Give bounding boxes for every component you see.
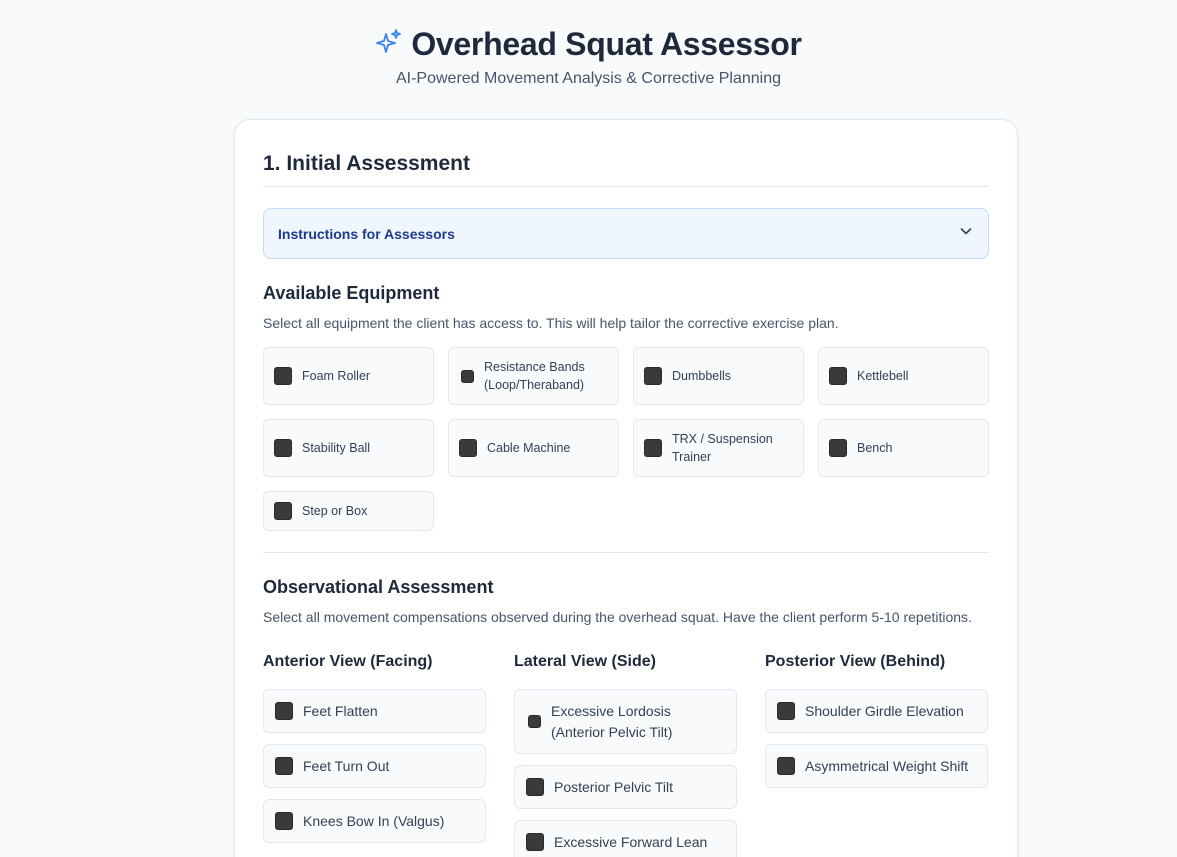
checkbox[interactable] bbox=[274, 439, 292, 457]
equipment-label: Kettlebell bbox=[857, 369, 909, 383]
checkbox[interactable] bbox=[526, 833, 544, 851]
equipment-option-stability-ball[interactable]: Stability Ball bbox=[263, 419, 434, 477]
equipment-grid: Foam Roller Resistance Bands (Loop/Thera… bbox=[263, 347, 989, 531]
page-subtitle: AI-Powered Movement Analysis & Correctiv… bbox=[395, 70, 782, 87]
observational-section: Observational Assessment Select all move… bbox=[263, 577, 989, 625]
checkbox[interactable] bbox=[461, 369, 474, 383]
equipment-label: Cable Machine bbox=[487, 441, 571, 455]
checkbox[interactable] bbox=[644, 439, 662, 457]
equipment-title: Available Equipment bbox=[263, 283, 440, 303]
compensation-label: Excessive Lordosis (Anterior Pelvic Tilt… bbox=[551, 702, 673, 740]
equipment-option-dumbbells[interactable]: Dumbbells bbox=[633, 347, 804, 405]
equipment-option-kettlebell[interactable]: Kettlebell bbox=[818, 347, 989, 405]
page-title: Overhead Squat Assessor bbox=[411, 25, 802, 62]
equipment-label: Resistance Bands (Loop/Theraband) bbox=[484, 360, 585, 392]
app-header: Overhead Squat Assessor AI-Powered Movem… bbox=[0, 0, 1177, 88]
checkbox[interactable] bbox=[829, 367, 847, 385]
views-grid: Anterior View (Facing) Feet Flatten Feet… bbox=[263, 653, 989, 857]
compensation-label: Shoulder Girdle Elevation bbox=[805, 702, 964, 719]
equipment-help: Select all equipment the client has acce… bbox=[263, 315, 839, 331]
anterior-view-title: Anterior View (Facing) bbox=[263, 653, 433, 670]
posterior-view-column: Posterior View (Behind) Shoulder Girdle … bbox=[765, 653, 988, 857]
compensation-label: Asymmetrical Weight Shift bbox=[805, 757, 969, 774]
posterior-view-title: Posterior View (Behind) bbox=[765, 653, 946, 670]
compensation-option-knees-bow-in[interactable]: Knees Bow In (Valgus) bbox=[263, 799, 486, 843]
equipment-label: Bench bbox=[857, 441, 893, 455]
checkbox[interactable] bbox=[644, 367, 662, 385]
compensation-label: Posterior Pelvic Tilt bbox=[554, 778, 674, 795]
equipment-option-step-or-box[interactable]: Step or Box bbox=[263, 491, 434, 531]
page: Overhead Squat Assessor AI-Powered Movem… bbox=[0, 0, 1177, 857]
checkbox[interactable] bbox=[829, 439, 847, 457]
compensation-option-shoulder-girdle-elevation[interactable]: Shoulder Girdle Elevation bbox=[765, 689, 988, 733]
checkbox[interactable] bbox=[275, 757, 293, 775]
equipment-option-bench[interactable]: Bench bbox=[818, 419, 989, 477]
lateral-view-title: Lateral View (Side) bbox=[514, 653, 656, 670]
sparkles-icon bbox=[375, 28, 403, 61]
equipment-label: Step or Box bbox=[302, 504, 368, 518]
instructions-accordion[interactable]: Instructions for Assessors bbox=[263, 208, 989, 259]
equipment-label: Dumbbells bbox=[672, 369, 732, 383]
assessment-card: 1. Initial Assessment Instructions for A… bbox=[234, 119, 1018, 857]
section-title: 1. Initial Assessment bbox=[263, 120, 989, 187]
observational-title: Observational Assessment bbox=[263, 577, 494, 597]
checkbox[interactable] bbox=[526, 778, 544, 796]
observational-help: Select all movement compensations observ… bbox=[263, 609, 972, 625]
equipment-section: Available Equipment Select all equipment… bbox=[263, 283, 989, 331]
checkbox[interactable] bbox=[528, 715, 541, 728]
anterior-view-list: Feet Flatten Feet Turn Out Knees Bow In … bbox=[263, 689, 486, 843]
compensation-option-excessive-forward-lean[interactable]: Excessive Forward Lean bbox=[514, 820, 737, 857]
compensation-label: Excessive Forward Lean bbox=[554, 833, 708, 850]
compensation-option-asymmetrical-weight-shift[interactable]: Asymmetrical Weight Shift bbox=[765, 744, 988, 788]
equipment-option-trx[interactable]: TRX / Suspension Trainer bbox=[633, 419, 804, 477]
equipment-label: TRX / Suspension Trainer bbox=[672, 432, 773, 464]
lateral-view-list: Excessive Lordosis (Anterior Pelvic Tilt… bbox=[514, 689, 737, 857]
compensation-label: Feet Turn Out bbox=[303, 757, 390, 774]
title-row: Overhead Squat Assessor bbox=[0, 24, 1177, 64]
equipment-option-cable-machine[interactable]: Cable Machine bbox=[448, 419, 619, 477]
checkbox[interactable] bbox=[459, 439, 477, 457]
anterior-view-column: Anterior View (Facing) Feet Flatten Feet… bbox=[263, 653, 486, 857]
equipment-label: Stability Ball bbox=[302, 441, 371, 455]
checkbox[interactable] bbox=[275, 812, 293, 830]
checkbox[interactable] bbox=[777, 757, 795, 775]
compensation-option-feet-flatten[interactable]: Feet Flatten bbox=[263, 689, 486, 733]
section-divider bbox=[263, 552, 989, 553]
equipment-option-foam-roller[interactable]: Foam Roller bbox=[263, 347, 434, 405]
equipment-label: Foam Roller bbox=[302, 369, 371, 383]
compensation-option-excessive-lordosis[interactable]: Excessive Lordosis (Anterior Pelvic Tilt… bbox=[514, 689, 737, 754]
checkbox[interactable] bbox=[274, 502, 292, 520]
instructions-label: Instructions for Assessors bbox=[278, 225, 455, 242]
lateral-view-column: Lateral View (Side) Excessive Lordosis (… bbox=[514, 653, 737, 857]
chevron-down-icon bbox=[958, 223, 974, 244]
checkbox[interactable] bbox=[274, 367, 292, 385]
posterior-view-list: Shoulder Girdle Elevation Asymmetrical W… bbox=[765, 689, 988, 788]
compensation-label: Knees Bow In (Valgus) bbox=[303, 812, 445, 829]
checkbox[interactable] bbox=[275, 702, 293, 720]
compensation-label: Feet Flatten bbox=[303, 702, 378, 719]
compensation-option-posterior-pelvic-tilt[interactable]: Posterior Pelvic Tilt bbox=[514, 765, 737, 809]
compensation-option-feet-turn-out[interactable]: Feet Turn Out bbox=[263, 744, 486, 788]
equipment-option-resistance-bands[interactable]: Resistance Bands (Loop/Theraband) bbox=[448, 347, 619, 405]
checkbox[interactable] bbox=[777, 702, 795, 720]
